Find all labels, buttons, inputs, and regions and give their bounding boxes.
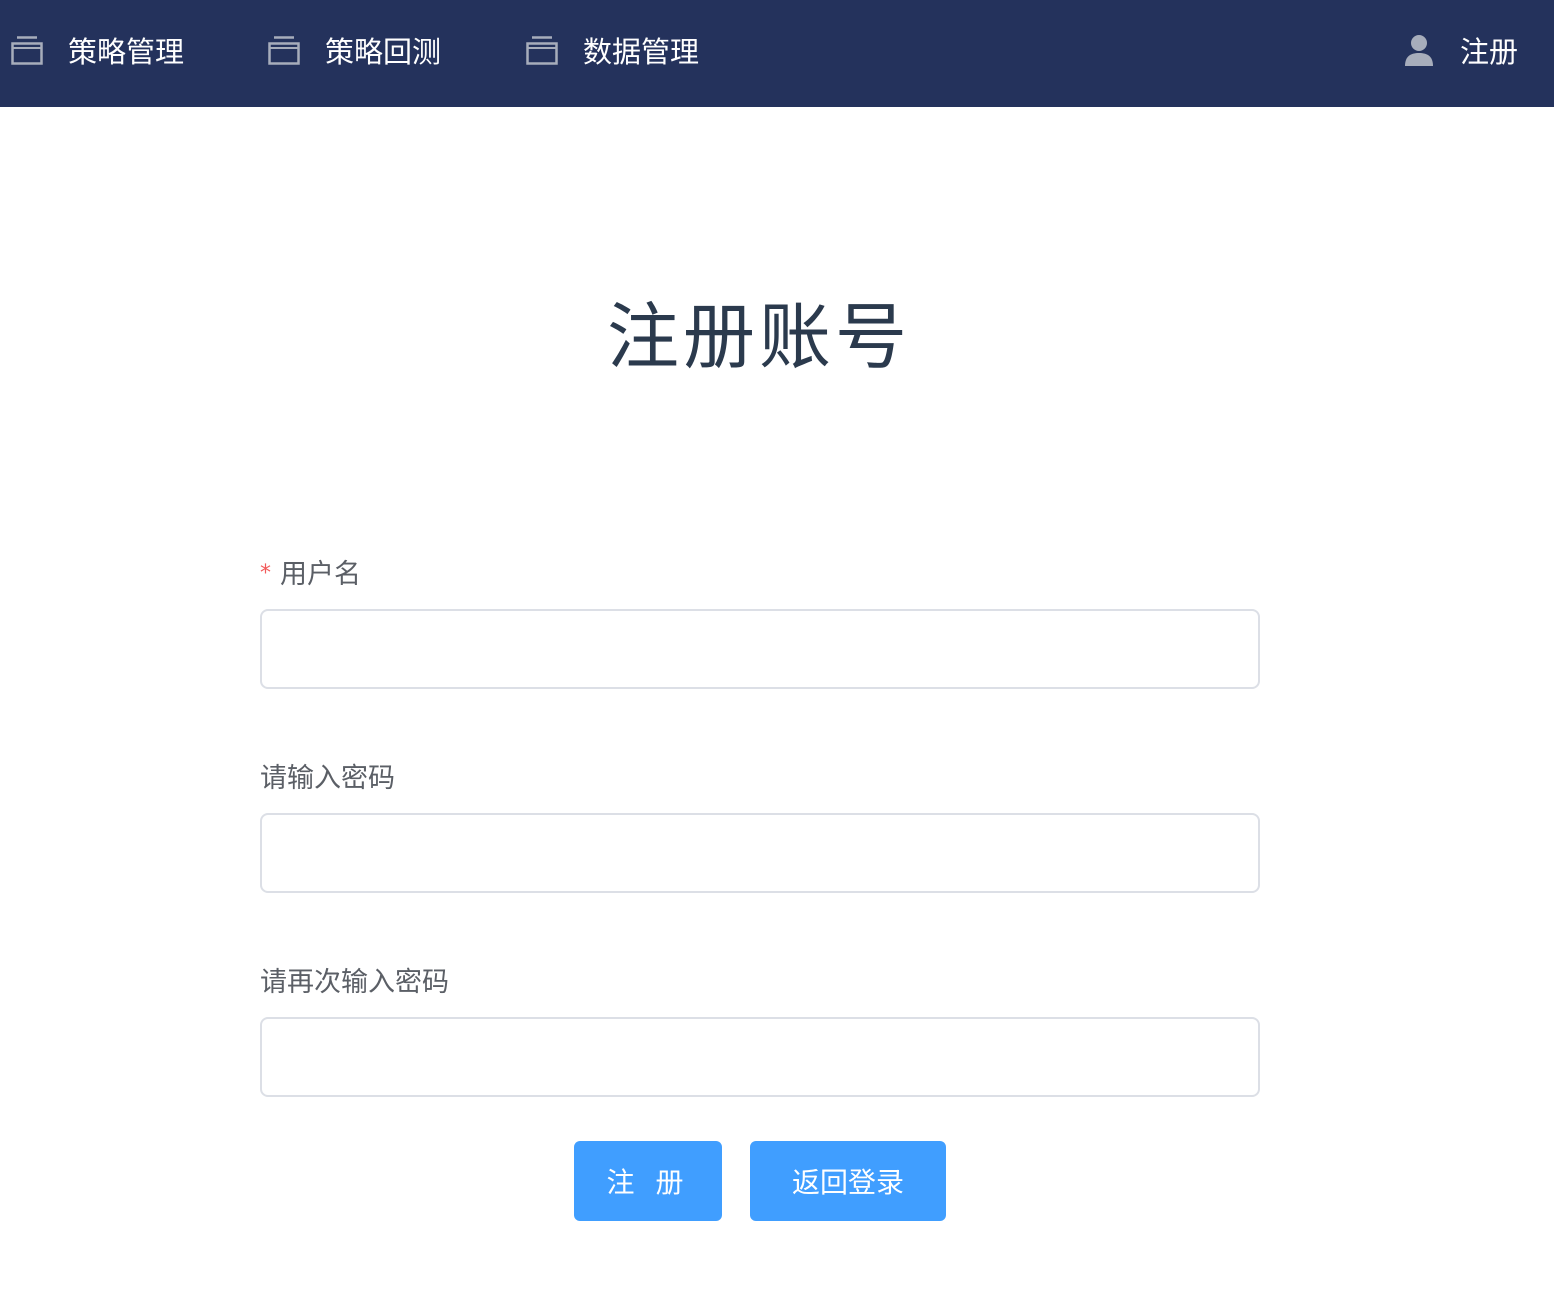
password-input[interactable]	[260, 813, 1260, 893]
window-icon	[526, 35, 558, 65]
window-icon	[268, 35, 300, 65]
nav-item-label: 策略管理	[68, 35, 185, 69]
nav-item-label: 数据管理	[583, 35, 700, 69]
page-title: 注册账号	[606, 295, 911, 379]
nav-user-register[interactable]: 注册	[1404, 0, 1518, 100]
confirm-password-label: 请再次输入密码	[260, 967, 449, 998]
confirm-password-input[interactable]	[260, 1017, 1260, 1097]
nav-item-strategy-backtest[interactable]: 策略回测	[268, 0, 441, 100]
nav-user-label: 注册	[1459, 35, 1518, 69]
nav-item-label: 策略回测	[325, 35, 442, 69]
user-icon	[1404, 34, 1434, 66]
username-input[interactable]	[260, 609, 1260, 689]
top-navbar: 策略管理 策略回测 数据管理 注册	[0, 0, 1554, 107]
password-label: 请输入密码	[260, 763, 395, 794]
nav-item-strategy-management[interactable]: 策略管理	[11, 0, 184, 100]
nav-item-data-management[interactable]: 数据管理	[526, 0, 699, 100]
window-icon	[11, 35, 43, 65]
required-mark: *	[260, 561, 271, 586]
back-to-login-button[interactable]: 返回登录	[750, 1141, 946, 1221]
username-label: * 用户名	[260, 552, 361, 591]
username-label-text: 用户名	[280, 559, 361, 590]
register-button[interactable]: 注 册	[574, 1141, 722, 1221]
